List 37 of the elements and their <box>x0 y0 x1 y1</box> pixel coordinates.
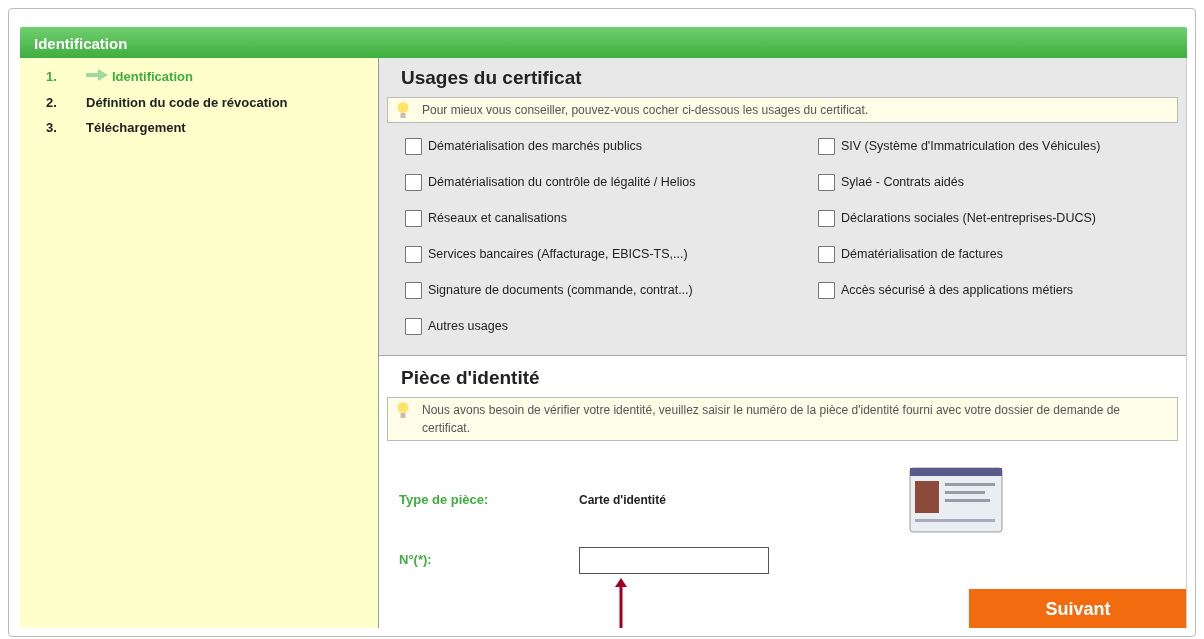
checkbox[interactable] <box>405 246 422 263</box>
field-value: Carte d'identité <box>579 491 667 509</box>
checkbox-label: Services bancaires (Affacturage, EBICS-TS,...) <box>428 246 688 264</box>
step-item[interactable]: 2. Définition du code de révocation <box>46 92 378 112</box>
checkbox-label: Déclarations sociales (Net-entreprises-DUCS) <box>841 210 1096 228</box>
panel-title: Identification <box>20 27 1187 58</box>
checkbox[interactable] <box>405 174 422 191</box>
checkbox-label: SIV (Système d'Immatriculation des Véhicules) <box>841 138 1101 156</box>
lightbulb-icon <box>396 400 410 419</box>
step-item[interactable]: 3. Téléchargement <box>46 118 378 138</box>
arrow-icon <box>86 69 108 81</box>
checkbox-label: Dématérialisation du contrôle de légalité / Helios <box>428 174 696 192</box>
checkbox[interactable] <box>818 138 835 155</box>
checkbox-label: Dématérialisation des marchés publics <box>428 138 642 156</box>
checkbox[interactable] <box>818 246 835 263</box>
checkbox[interactable] <box>818 174 835 191</box>
lightbulb-icon <box>396 100 410 119</box>
checkbox[interactable] <box>405 210 422 227</box>
field-label: Type de pièce: <box>399 490 490 509</box>
checkbox-label: Sylaé - Contrats aidés <box>841 174 964 192</box>
hint-text: Pour mieux vous conseiller, pouvez-vous cocher ci-dessous les usages du certificat. <box>422 101 869 119</box>
annotation-arrow <box>615 578 627 628</box>
checkbox-label: Dématérialisation de factures <box>841 246 1003 264</box>
checkbox-label: Accès sécurisé à des applications métiers <box>841 282 1074 300</box>
section-title: Pièce d'identité <box>401 366 541 390</box>
hint-text: Nous avons besoin de vérifier votre identité, veuillez saisir le numéro de la pièce d'identité fourni avec votre dossier de demande de certificat. <box>422 401 1121 437</box>
section-title: Usages du certificat <box>401 66 583 90</box>
number-input[interactable] <box>579 546 769 574</box>
checkbox-label: Autres usages <box>428 318 508 336</box>
checkbox[interactable] <box>818 210 835 227</box>
checkbox[interactable] <box>818 282 835 299</box>
checkbox[interactable] <box>405 282 422 299</box>
field-label: N°(*): <box>399 551 433 570</box>
checkbox-label: Réseaux et canalisations <box>428 210 567 228</box>
checkbox[interactable] <box>405 318 422 335</box>
checkbox-label: Signature de documents (commande, contrat...) <box>428 282 693 300</box>
checkbox[interactable] <box>405 138 422 155</box>
